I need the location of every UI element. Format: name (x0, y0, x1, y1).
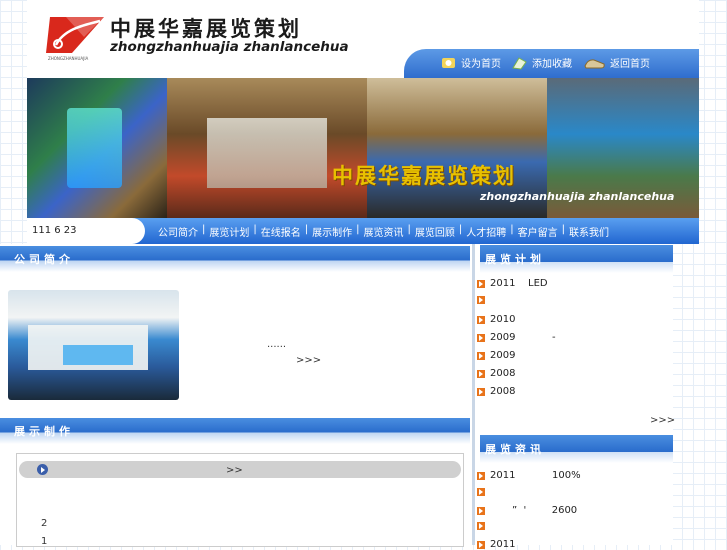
set-homepage-link[interactable]: 设为首页 (440, 55, 501, 70)
nav-display[interactable]: 展示制作 (312, 224, 352, 239)
nav-separator: | (356, 224, 360, 235)
nav-message[interactable]: 客户留言 (518, 224, 558, 239)
about-photo[interactable] (8, 290, 179, 400)
plan-text: LED (528, 278, 548, 289)
back-home-label: 返回首页 (610, 59, 650, 70)
about-ellipsis: ...... (267, 339, 287, 350)
nav-separator: | (458, 224, 463, 235)
news-text: ” ' 2600 (512, 505, 578, 516)
plan-title: 展览计划 (485, 253, 545, 266)
news-item[interactable]: 2011 100% (477, 470, 581, 481)
news-text: 100% (552, 470, 581, 481)
plan-item[interactable] (477, 296, 528, 304)
top-links-bar: 设为首页 添加收藏 返回首页 (404, 49, 699, 78)
news-title: 展览资讯 (485, 443, 545, 456)
arrow-icon (477, 387, 485, 396)
shoe-icon (584, 56, 606, 70)
display-more-link[interactable]: >> (226, 465, 243, 476)
nav-news[interactable]: 展览资讯 (364, 224, 404, 239)
back-home-link[interactable]: 返回首页 (584, 55, 650, 70)
arrow-icon (477, 506, 485, 515)
add-favorite-link[interactable]: 添加收藏 (511, 55, 572, 70)
nav-jobs[interactable]: 人才招聘 (466, 224, 506, 239)
plan-item[interactable]: 2009 - (477, 332, 556, 343)
logo-icon (46, 17, 104, 53)
play-arrow-icon (37, 464, 48, 475)
nav-separator: | (253, 224, 257, 235)
news-item[interactable] (477, 488, 490, 496)
news-item[interactable]: ” ' 2600 (477, 505, 577, 516)
plan-year: 2008 (490, 368, 516, 379)
arrow-icon (477, 471, 485, 480)
nav-review[interactable]: 展览回顾 (415, 224, 455, 239)
banner-title-en: zhongzhanhuajia zhanlancehua (480, 190, 675, 203)
plan-item[interactable]: 2010 (477, 314, 528, 325)
plan-year: 2009 (490, 332, 516, 343)
logo-title-en: zhongzhanhuajia zhanlancehua (110, 39, 349, 55)
news-year: 2011 (490, 470, 516, 481)
arrow-icon (477, 522, 485, 530)
logo-small-text: ZHONGZHANHUAJIA (48, 56, 89, 61)
arrow-icon (477, 296, 485, 304)
nav-register[interactable]: 在线报名 (261, 224, 301, 239)
display-title: 展示制作 (14, 425, 74, 438)
date-text: 111 6 23 (32, 225, 77, 236)
nav-separator: | (304, 224, 309, 235)
banner-title-cn: 中展华嘉展览策划 (332, 164, 516, 188)
nav-separator: | (202, 224, 206, 235)
news-item[interactable] (477, 522, 490, 530)
arrow-icon (477, 488, 485, 496)
nav-separator: | (407, 224, 411, 235)
plan-year: 2010 (490, 314, 516, 325)
nav-contact[interactable]: 联系我们 (569, 224, 609, 239)
plan-more-link[interactable]: >>> (650, 415, 675, 426)
main-nav: 公司简介 | 展览计划 | 在线报名 | 展示制作 | 展览资讯 | 展览回顾 | 人才招聘… (158, 224, 609, 239)
plan-text: - (552, 332, 556, 343)
plan-item[interactable]: 2011 LED (477, 278, 548, 289)
about-header: 公司简介 (0, 246, 470, 272)
favorite-icon (511, 56, 528, 70)
nav-about[interactable]: 公司简介 (158, 224, 198, 239)
plan-year: 2009 (490, 350, 516, 361)
plan-item[interactable]: 2009 (477, 350, 528, 361)
about-title: 公司简介 (14, 253, 74, 266)
plan-item[interactable]: 2008 (477, 386, 528, 397)
nav-separator: | (510, 224, 514, 235)
home-set-icon (440, 56, 457, 70)
arrow-icon (477, 315, 485, 324)
arrow-icon (477, 351, 485, 360)
date-box: 111 6 23 (27, 218, 145, 244)
display-header: 展示制作 (0, 418, 470, 444)
news-header: 展览资讯 (476, 435, 673, 463)
nav-plan[interactable]: 展览计划 (209, 224, 249, 239)
arrow-icon (477, 279, 485, 288)
display-line-2: 1 (41, 536, 48, 547)
plan-header: 展览计划 (476, 245, 673, 273)
plan-item[interactable]: 2008 (477, 368, 528, 379)
plan-year: 2011 (490, 278, 516, 289)
set-homepage-label: 设为首页 (461, 59, 501, 70)
arrow-icon (477, 333, 485, 342)
add-favorite-label: 添加收藏 (532, 59, 572, 70)
display-line-1: 2 (41, 518, 48, 529)
nav-separator: | (561, 224, 565, 235)
arrow-icon (477, 369, 485, 378)
about-more-link[interactable]: >>> (296, 355, 321, 366)
plan-year: 2008 (490, 386, 516, 397)
